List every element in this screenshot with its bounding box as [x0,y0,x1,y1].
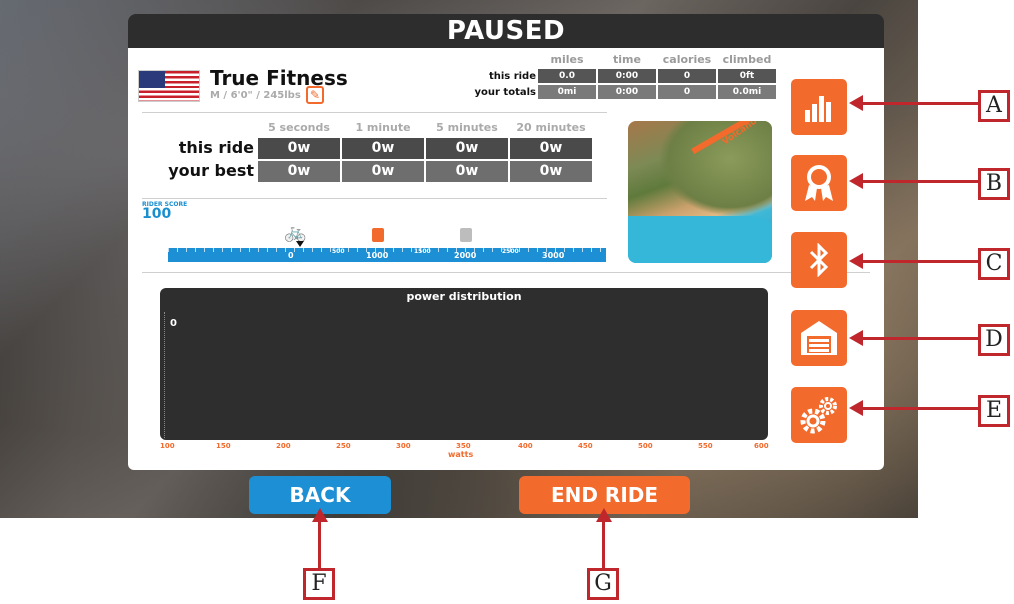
power-distribution-chart: power distribution 0 [160,288,768,440]
bar-chart-icon [805,96,831,122]
power-cell: 0w [510,138,592,159]
bicycle-icon: 🚲 [284,222,307,243]
stat-cell: 0.0mi [718,85,776,99]
x-tick: 200 [276,442,291,450]
stat-cell: 0:00 [598,85,656,99]
x-axis-label: watts [448,450,474,459]
col-5-minutes: 5 minutes [436,121,498,134]
callout-line-e [860,407,978,410]
stat-cell: 0mi [538,85,596,99]
scale-label: 1000 [366,251,389,260]
achievements-button[interactable] [791,155,847,211]
power-cell: 0w [258,161,340,182]
y-axis [164,312,165,438]
row-your-totals: your totals [474,87,536,98]
col-time: time [613,53,641,66]
x-tick: 600 [754,442,769,450]
ribbon-award-icon [805,165,833,201]
callout-line-c [860,260,978,263]
x-tick: 450 [578,442,593,450]
power-row-your-best: your best [168,161,254,180]
x-tick: 350 [456,442,471,450]
callout-line-d [860,337,978,340]
callout-line-f [318,520,321,568]
scale-label: 1500 [414,248,431,255]
x-tick: 500 [638,442,653,450]
row-this-ride: this ride [488,71,536,82]
stats-button[interactable] [791,79,847,135]
stat-cell: 0.0 [538,69,596,83]
x-tick: 550 [698,442,713,450]
edit-profile-icon[interactable]: ✎ [306,86,324,104]
col-climbed: climbed [722,53,772,66]
scale-label: 500 [332,248,345,255]
stat-cell: 0 [658,69,716,83]
power-cell: 0w [342,161,424,182]
pairing-button[interactable] [791,232,847,288]
gears-icon [800,397,837,434]
callout-line-b [860,180,978,183]
divider [142,112,607,113]
bluetooth-icon [809,243,829,277]
score-marker-icon [296,241,304,247]
user-info: M / 6'0" / 245lbs [210,90,301,101]
scale-label: 0 [288,251,294,260]
chart-title: power distribution [406,290,522,303]
col-1-minute: 1 minute [355,121,411,134]
col-calories: calories [662,53,712,66]
paused-title: PAUSED [128,14,884,48]
gift-locked-icon [460,228,472,242]
power-row-this-ride: this ride [178,138,254,157]
usa-flag-icon [138,70,200,102]
x-tick: 250 [336,442,351,450]
callout-line-g [602,520,605,568]
gift-icon [372,228,384,242]
scale-label: 2000 [454,251,477,260]
power-cell: 0w [342,138,424,159]
x-tick: 150 [216,442,231,450]
callout-g: G [587,568,619,600]
power-cell: 0w [258,138,340,159]
rider-score-scale: 0 1000 2000 3000 500 1500 2500 [168,248,606,262]
rider-score-value: 100 [142,206,172,222]
power-cell: 0w [426,138,508,159]
garage-icon [801,321,837,355]
mini-map[interactable]: Volcano [628,121,772,263]
callout-d: D [978,324,1010,356]
settings-button[interactable] [791,387,847,443]
y-zero-label: 0 [170,318,177,329]
scale-label: 2500 [502,248,519,255]
x-tick: 300 [396,442,411,450]
pause-panel: True Fitness M / 6'0" / 245lbs ✎ miles t… [128,48,884,470]
x-tick: 100 [160,442,175,450]
callout-line-a [860,102,978,105]
power-cell: 0w [426,161,508,182]
divider [142,198,607,199]
screenshot-stage: PAUSED True Fitness M / 6'0" / 245lbs ✎ … [0,0,1014,604]
callout-f: F [303,568,335,600]
callout-a: A [978,90,1010,122]
x-tick: 400 [518,442,533,450]
col-20-minutes: 20 minutes [516,121,586,134]
divider [142,272,870,273]
callout-c: C [978,248,1010,280]
stat-cell: 0 [658,85,716,99]
power-cell: 0w [510,161,592,182]
garage-button[interactable] [791,310,847,366]
callout-e: E [978,395,1010,427]
col-5-seconds: 5 seconds [268,121,330,134]
col-miles: miles [550,53,584,66]
callout-b: B [978,168,1010,200]
scale-label: 3000 [542,251,565,260]
stat-cell: 0ft [718,69,776,83]
user-name: True Fitness [210,66,348,90]
stat-cell: 0:00 [598,69,656,83]
